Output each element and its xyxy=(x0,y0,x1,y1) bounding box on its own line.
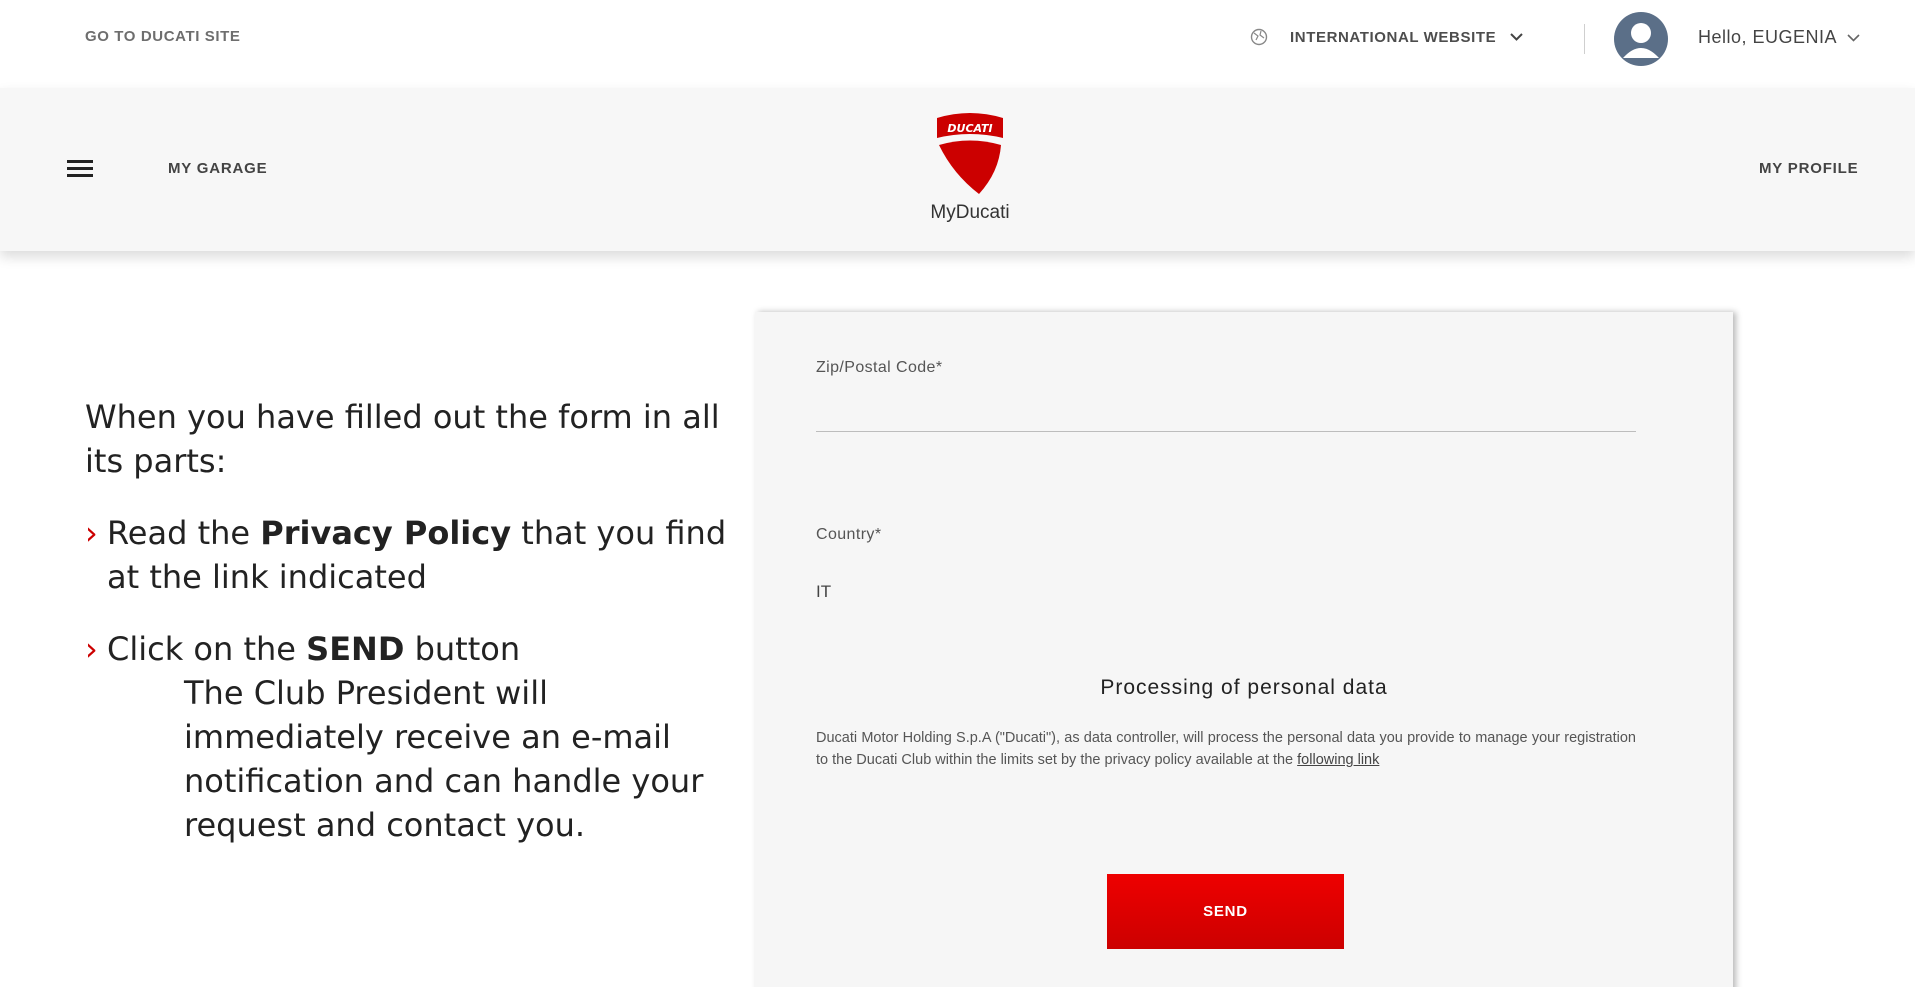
step-text: Read the xyxy=(107,514,261,552)
hamburger-menu-icon[interactable] xyxy=(67,160,93,178)
country-label: Country* xyxy=(816,526,882,543)
website-selector[interactable]: INTERNATIONAL WEBSITE xyxy=(1250,28,1523,46)
chevron-down-icon xyxy=(1510,33,1523,41)
step-emphasis: Privacy Policy xyxy=(260,514,512,552)
zip-code-label: Zip/Postal Code* xyxy=(816,359,943,376)
country-value[interactable]: IT xyxy=(816,582,831,602)
chevron-down-icon xyxy=(1847,33,1860,42)
globe-icon xyxy=(1250,28,1268,46)
send-button[interactable]: SEND xyxy=(1107,874,1344,949)
divider xyxy=(1584,24,1585,54)
user-menu[interactable]: Hello, EUGENIA xyxy=(1698,27,1860,48)
privacy-section-title: Processing of personal data xyxy=(1100,676,1388,699)
step-detail: The Club President will immediately rece… xyxy=(184,674,704,844)
greeting-text: Hello, EUGENIA xyxy=(1698,27,1838,47)
my-profile-link[interactable]: MY PROFILE xyxy=(1759,160,1858,177)
utility-bar: GO TO DUCATI SITE INTERNATIONAL WEBSITE … xyxy=(0,0,1915,88)
go-to-ducati-site-link[interactable]: GO TO DUCATI SITE xyxy=(85,28,240,45)
step-emphasis: SEND xyxy=(306,630,405,668)
brand-name: MyDucati xyxy=(930,202,1010,223)
website-label: INTERNATIONAL WEBSITE xyxy=(1290,28,1497,46)
main-nav: MY GARAGE DUCATI MyDucati MY PROFILE xyxy=(0,88,1915,251)
instruction-step-send: › Click on the SEND button The Club Presi… xyxy=(85,627,735,847)
svg-text:DUCATI: DUCATI xyxy=(947,122,992,135)
instructions-intro: When you have filled out the form in all… xyxy=(85,398,720,480)
privacy-notice-text: Ducati Motor Holding S.p.A ("Ducati"), a… xyxy=(816,730,1636,768)
instruction-step-privacy: › Read the Privacy Policy that you find a… xyxy=(85,511,735,599)
bullet-chevron: › xyxy=(85,514,98,552)
my-garage-link[interactable]: MY GARAGE xyxy=(168,160,267,177)
instructions-panel: When you have filled out the form in all… xyxy=(85,395,735,847)
avatar[interactable] xyxy=(1614,12,1668,66)
step-text: button xyxy=(404,630,521,668)
ducati-logo[interactable]: DUCATI xyxy=(929,110,1011,195)
bullet-chevron: › xyxy=(85,630,98,668)
privacy-policy-link[interactable]: following link xyxy=(1297,752,1379,768)
user-icon xyxy=(1623,23,1659,58)
registration-form-card: Zip/Postal Code* Country* IT Processing … xyxy=(755,312,1733,987)
zip-code-input[interactable] xyxy=(816,392,1636,432)
step-text: Click on the xyxy=(107,630,307,668)
privacy-notice: Ducati Motor Holding S.p.A ("Ducati"), a… xyxy=(816,727,1636,771)
